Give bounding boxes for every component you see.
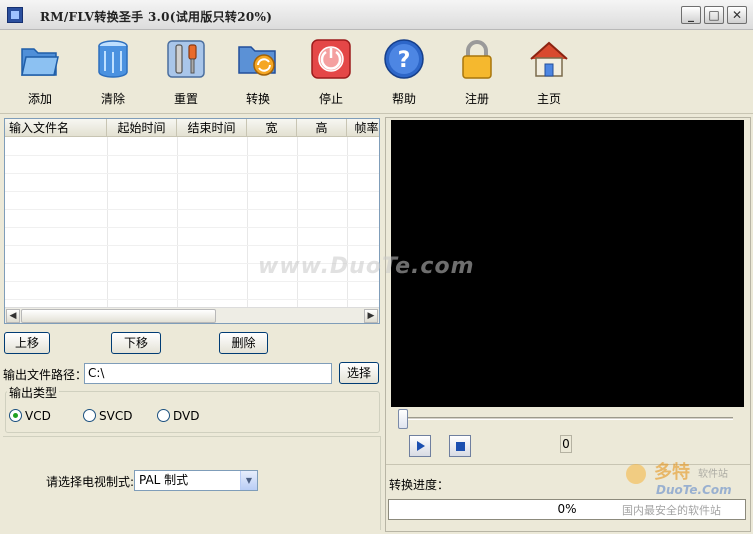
play-button[interactable]	[409, 435, 431, 457]
frame-counter: 0	[560, 435, 572, 453]
move-up-button[interactable]: 上移	[4, 332, 50, 354]
scroll-right-icon[interactable]: ▶	[364, 309, 378, 323]
radio-unselected-icon	[83, 409, 96, 422]
radio-vcd-label: VCD	[25, 409, 51, 423]
file-list[interactable]: 输入文件名 起始时间 结束时间 宽 高 帧率 ◀ ▶	[4, 118, 380, 324]
power-icon	[311, 39, 351, 79]
progress-label: 转换进度：	[389, 478, 450, 492]
radio-dvd-label: DVD	[173, 409, 200, 423]
watermark-slogan: 国内最安全的软件站	[622, 503, 721, 517]
convert-icon	[238, 46, 276, 76]
radio-dvd[interactable]: DVD	[157, 408, 207, 424]
trash-icon	[98, 40, 128, 78]
clear-button[interactable]: 清除	[83, 34, 143, 106]
stop-icon	[456, 442, 465, 451]
convert-label: 转换	[245, 92, 270, 106]
file-list-header: 输入文件名 起始时间 结束时间 宽 高 帧率	[5, 119, 379, 137]
register-label: 注册	[464, 92, 489, 106]
tv-standard-select[interactable]: PAL 制式 ▼	[134, 470, 258, 491]
register-button[interactable]: 注册	[447, 34, 507, 106]
radio-vcd[interactable]: VCD	[9, 408, 59, 424]
stop-playback-button[interactable]	[449, 435, 471, 457]
browse-button[interactable]: 选择	[339, 362, 379, 384]
help-label: 帮助	[391, 92, 416, 106]
app-icon[interactable]	[7, 7, 23, 23]
seek-slider-thumb[interactable]	[398, 409, 408, 429]
watermark-brand: 多特	[654, 461, 690, 483]
file-list-hscrollbar[interactable]: ◀ ▶	[5, 307, 379, 323]
toolbar: 添加 清除 重置 转换 停止 ? 帮助 注册 主页	[0, 30, 753, 114]
tv-standard-value: PAL 制式	[139, 473, 189, 487]
title-bar: RM/FLV转换圣手 3.0(试用版只转20%) _ □ ✕	[0, 0, 753, 30]
chevron-down-icon[interactable]: ▼	[240, 471, 257, 490]
output-type-label: 输出类型	[7, 384, 60, 401]
close-button[interactable]: ✕	[727, 6, 747, 24]
home-icon	[530, 41, 568, 77]
convert-button[interactable]: 转换	[228, 34, 288, 106]
column-input-file[interactable]: 输入文件名	[5, 119, 107, 137]
window-title: RM/FLV转换圣手 3.0(试用版只转20%)	[40, 10, 273, 24]
column-width[interactable]: 宽	[247, 119, 297, 137]
radio-svcd-label: SVCD	[99, 409, 133, 423]
homepage-label: 主页	[536, 92, 561, 106]
minimize-button[interactable]: _	[681, 6, 701, 24]
folder-icon	[21, 48, 59, 76]
help-icon: ?	[384, 39, 424, 79]
watermark-logo: 多特 软件站 DuoTe.Com 国内最安全的软件站	[622, 458, 750, 524]
seek-slider[interactable]	[400, 417, 733, 420]
clear-label: 清除	[100, 92, 125, 106]
watermark-url: www.DuoTe.com	[258, 254, 475, 279]
scroll-thumb[interactable]	[21, 309, 216, 323]
radio-selected-icon	[9, 409, 22, 422]
reset-button[interactable]: 重置	[156, 34, 216, 106]
add-button[interactable]: 添加	[10, 34, 70, 106]
add-label: 添加	[27, 92, 52, 106]
lock-icon	[462, 40, 492, 79]
tv-standard-label: 请选择电视制式:	[46, 475, 135, 489]
watermark-brand-sub: 软件站	[698, 467, 728, 480]
output-path-input[interactable]: C:\	[84, 363, 332, 384]
column-end-time[interactable]: 结束时间	[177, 119, 247, 137]
help-button[interactable]: ? 帮助	[374, 34, 434, 106]
radio-svcd[interactable]: SVCD	[83, 408, 138, 424]
column-height[interactable]: 高	[297, 119, 347, 137]
radio-unselected-icon	[157, 409, 170, 422]
maximize-button[interactable]: □	[704, 6, 724, 24]
play-icon	[417, 441, 425, 451]
watermark-domain: DuoTe.Com	[656, 483, 732, 497]
column-framerate[interactable]: 帧率	[347, 119, 379, 137]
svg-text:?: ?	[398, 48, 411, 73]
scroll-left-icon[interactable]: ◀	[6, 309, 20, 323]
homepage-button[interactable]: 主页	[519, 34, 579, 106]
column-start-time[interactable]: 起始时间	[107, 119, 177, 137]
tools-icon	[167, 40, 205, 78]
delete-button[interactable]: 删除	[219, 332, 268, 354]
reset-label: 重置	[173, 92, 198, 106]
stop-button[interactable]: 停止	[301, 34, 361, 106]
watermark-logo-icon: 多特 软件站 DuoTe.Com 国内最安全的软件站	[622, 461, 732, 517]
output-path-label: 输出文件路径：	[3, 368, 88, 382]
move-down-button[interactable]: 下移	[111, 332, 161, 354]
stop-label: 停止	[318, 92, 343, 106]
